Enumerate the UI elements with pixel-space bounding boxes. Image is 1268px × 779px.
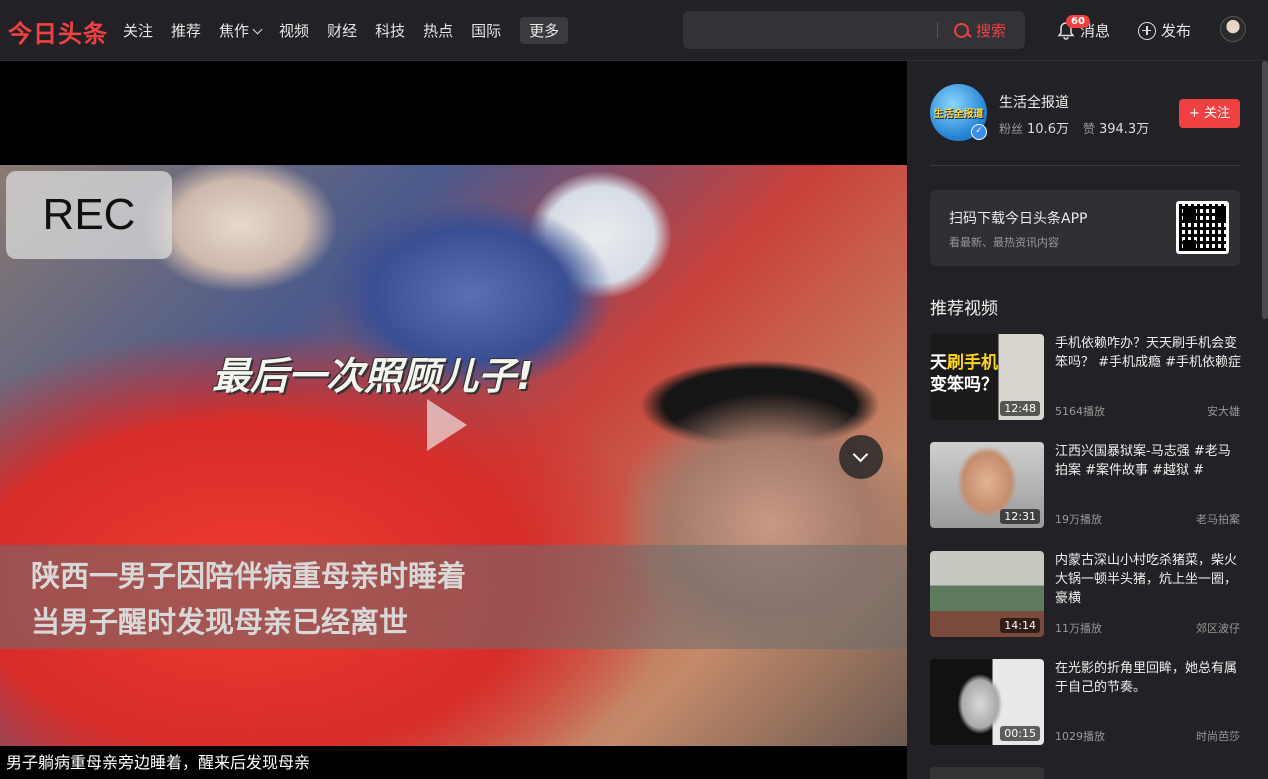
recommended-video-item-partial[interactable] (930, 767, 1240, 779)
video-description: 男子躺病重母亲旁边睡着，醒来后发现母亲 (6, 753, 311, 772)
play-icon[interactable] (427, 399, 467, 451)
nav-item-international[interactable]: 国际 (462, 17, 510, 44)
author-stats: 粉丝 10.6万 赞 394.3万 (999, 118, 1149, 137)
app-download-card[interactable]: 扫码下载今日头条APP 看最新、最热资讯内容 (930, 190, 1240, 266)
video-duration: 14:14 (1000, 618, 1040, 633)
plus-circle-icon (1138, 21, 1156, 40)
collapse-chevron-button[interactable] (839, 435, 883, 479)
video-title[interactable]: 江西兴国暴狱案-马志强 #老马拍案 #案件故事 #越狱 # (1055, 442, 1242, 480)
thumbnail-text-b: 刷手机 (947, 353, 998, 373)
likes-stat: 赞 394.3万 (1083, 118, 1149, 137)
sidebar: 生活全报道 ✓ 生活全报道 粉丝 10.6万 赞 394.3万 + 关注 扫码下载今… (907, 61, 1268, 779)
likes-value: 394.3万 (1098, 122, 1150, 137)
nav-item-local-label: 焦作 (219, 22, 250, 40)
nav-item-tech[interactable]: 科技 (366, 17, 414, 44)
rec-overlay: REC (6, 171, 172, 259)
video-plays: 11万播放 (1055, 622, 1102, 635)
video-thumbnail[interactable]: 14:14 (930, 551, 1044, 637)
nav-item-recommend[interactable]: 推荐 (162, 17, 210, 44)
user-avatar[interactable] (1220, 16, 1246, 42)
author-name[interactable]: 生活全报道 (999, 92, 1069, 112)
video-author[interactable]: 郊区波仔 (1196, 620, 1240, 636)
chevron-down-icon (252, 24, 263, 35)
video-caption: 最后一次照顾儿子! (212, 354, 534, 398)
video-author[interactable]: 安大雄 (1207, 403, 1240, 419)
thumbnail-text-a: 天 (930, 353, 947, 373)
fans-value: 10.6万 (1027, 122, 1069, 137)
video-thumbnail[interactable]: 天刷手机 变笨吗？ 12:48 (930, 334, 1044, 420)
app-download-title: 扫码下载今日头条APP (949, 211, 1088, 227)
follow-button[interactable]: + 关注 (1179, 99, 1240, 128)
video-thumbnail[interactable]: 00:15 (930, 659, 1044, 745)
video-title[interactable]: 手机依赖咋办？天天刷手机会变笨吗？ #手机成瘾 #手机依赖症 (1055, 334, 1242, 372)
search-input[interactable] (693, 19, 933, 41)
fans-stat: 粉丝 10.6万 (999, 118, 1069, 137)
video-duration: 00:15 (1000, 726, 1040, 741)
video-title[interactable]: 在光影的折角里回眸，她总有属于自己的节奏。 (1055, 659, 1242, 697)
video-plays: 19万播放 (1055, 513, 1102, 526)
video-plays: 1029播放 (1055, 730, 1105, 743)
video-duration: 12:31 (1000, 509, 1040, 524)
search-divider (937, 22, 938, 38)
video-thumbnail[interactable] (930, 767, 1044, 779)
qr-code-icon (1176, 201, 1229, 254)
app-download-subtitle: 看最新、最热资讯内容 (949, 236, 1059, 249)
publish-button[interactable]: 发布 (1138, 20, 1191, 41)
publish-label: 发布 (1161, 22, 1192, 40)
thumbnail-text: 天刷手机 变笨吗？ (930, 352, 998, 396)
verified-icon: ✓ (971, 124, 987, 140)
video-title[interactable]: 内蒙古深山小村吃杀猪菜，柴火大锅一顿半头猪，炕上坐一圈，豪横 (1055, 551, 1242, 608)
search-box: 搜索 (683, 11, 1025, 49)
search-button[interactable]: 搜索 (953, 20, 1006, 41)
recommended-video-item[interactable]: 14:14 内蒙古深山小村吃杀猪菜，柴火大锅一顿半头猪，炕上坐一圈，豪横 11万… (930, 551, 1240, 637)
message-count-badge: 60 (1066, 15, 1090, 28)
likes-label: 赞 (1082, 122, 1095, 136)
video-thumbnail[interactable]: 12:31 (930, 442, 1044, 528)
video-author[interactable]: 老马拍案 (1196, 511, 1240, 527)
recommended-video-item[interactable]: 天刷手机 变笨吗？ 12:48 手机依赖咋办？天天刷手机会变笨吗？ #手机成瘾 #… (930, 334, 1242, 420)
nav-item-hot[interactable]: 热点 (414, 17, 462, 44)
nav-item-video[interactable]: 视频 (270, 17, 318, 44)
video-duration: 12:48 (1000, 401, 1040, 416)
subtitle-line-1: 陕西一男子因陪伴病重母亲时睡着 (31, 559, 467, 593)
toutiao-logo[interactable]: 今日头条 (8, 14, 108, 49)
fans-label: 粉丝 (999, 122, 1024, 136)
nav-item-finance[interactable]: 财经 (318, 17, 366, 44)
nav-item-local[interactable]: 焦作 (210, 17, 270, 44)
video-author[interactable]: 时尚芭莎 (1196, 728, 1240, 744)
nav-more-button[interactable]: 更多 (520, 17, 569, 44)
channel-nav: 关注 推荐 焦作 视频 财经 科技 热点 国际 更多 (114, 17, 569, 44)
video-player[interactable]: REC 最后一次照顾儿子! 陕西一男子因陪伴病重母亲时睡着 当男子醒时发现母亲已… (0, 61, 907, 779)
search-button-label: 搜索 (976, 22, 1007, 40)
subtitle-band: 陕西一男子因陪伴病重母亲时睡着 当男子醒时发现母亲已经离世 (0, 545, 907, 649)
video-frame[interactable]: REC 最后一次照顾儿子! 陕西一男子因陪伴病重母亲时睡着 当男子醒时发现母亲已… (0, 165, 907, 746)
video-plays: 5164播放 (1055, 405, 1105, 418)
recommended-videos-title: 推荐视频 (930, 299, 998, 319)
nav-item-follow[interactable]: 关注 (114, 17, 162, 44)
thumbnail-text-c: 变笨吗？ (930, 375, 998, 395)
divider (930, 165, 1240, 166)
top-navigation-bar: 今日头条 关注 推荐 焦作 视频 财经 科技 热点 国际 更多 搜索 消息 60… (0, 0, 1268, 61)
search-icon (953, 22, 971, 40)
recommended-video-item[interactable]: 00:15 在光影的折角里回眸，她总有属于自己的节奏。 1029播放 时尚芭莎 (930, 659, 1240, 745)
recommended-video-item[interactable]: 12:31 江西兴国暴狱案-马志强 #老马拍案 #案件故事 #越狱 # 19万播… (930, 442, 1240, 528)
sidebar-scrollbar[interactable] (1262, 61, 1268, 319)
subtitle-line-2: 当男子醒时发现母亲已经离世 (31, 605, 409, 639)
